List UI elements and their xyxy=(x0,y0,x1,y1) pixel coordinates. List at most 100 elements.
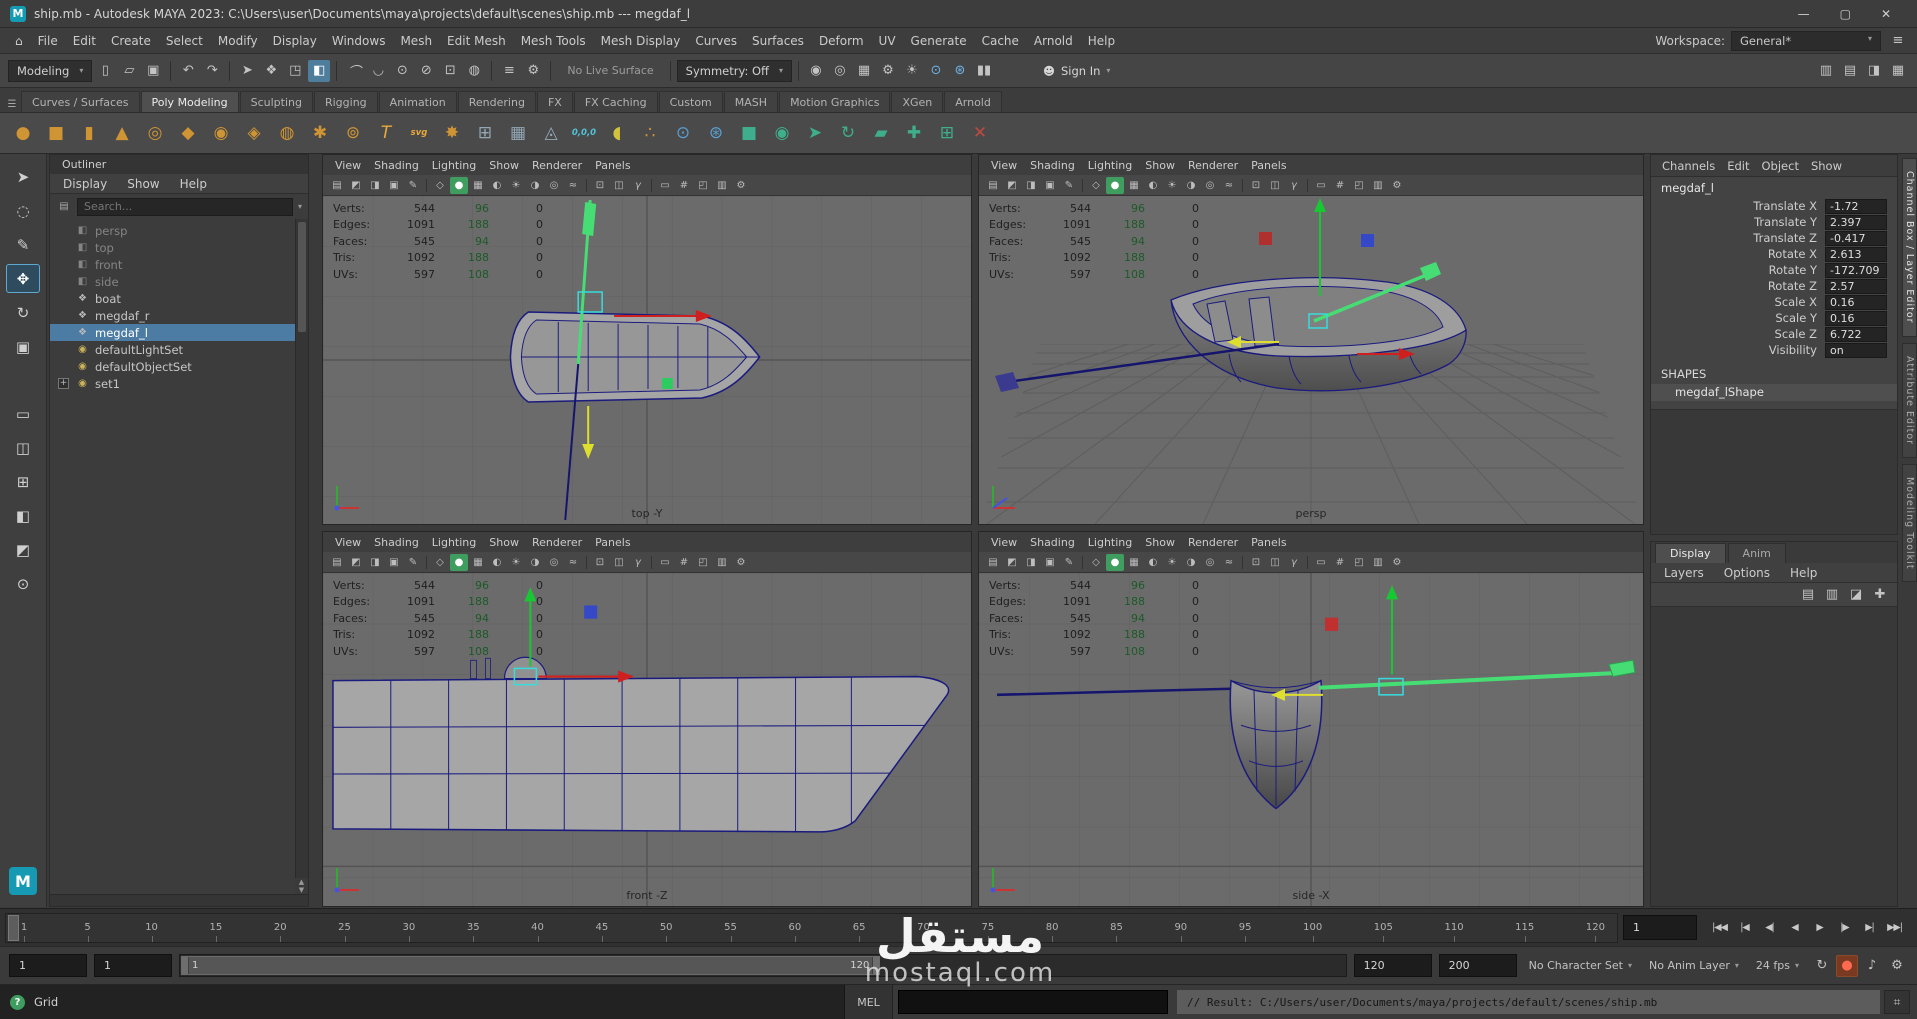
new-scene-icon[interactable]: ▯ xyxy=(94,60,116,82)
channel-box-object-name[interactable]: megdaf_l xyxy=(1651,177,1897,198)
wireframe-icon[interactable]: ◇ xyxy=(1087,554,1105,571)
ambient-occlusion-icon[interactable]: ◎ xyxy=(1201,177,1219,194)
outliner-item-megdaf-r[interactable]: ❖ megdaf_r xyxy=(50,307,308,324)
two-pane-layout-button[interactable]: ◫ xyxy=(6,433,40,462)
timeline-tick[interactable]: 95 xyxy=(1239,922,1252,942)
poly-plane-icon[interactable]: ◆ xyxy=(173,118,203,148)
menu-item[interactable]: Lighting xyxy=(426,157,482,174)
channel-label[interactable]: Scale X xyxy=(1651,295,1825,309)
menu-item[interactable]: Help xyxy=(173,175,214,193)
camera-attributes-icon[interactable]: ◨ xyxy=(1022,177,1040,194)
toggle-attribute-editor-icon[interactable]: ▤ xyxy=(1839,60,1861,82)
timeline-tick[interactable]: 60 xyxy=(788,922,801,942)
separator[interactable] xyxy=(1242,178,1243,192)
viewport-settings-icon[interactable]: ⚙ xyxy=(1388,554,1406,571)
separator[interactable] xyxy=(1242,555,1243,569)
channel-value-field[interactable]: 6.722 xyxy=(1825,326,1887,342)
timeline-tick[interactable]: 90 xyxy=(1174,922,1187,942)
gamma-icon[interactable]: γ xyxy=(1285,554,1303,571)
lighting-icon[interactable]: ☀ xyxy=(507,177,525,194)
grease-pencil-icon[interactable]: ✎ xyxy=(1060,177,1078,194)
new-empty-layer-icon[interactable]: ▤ xyxy=(1797,584,1819,606)
bookmarks-icon[interactable]: ▣ xyxy=(1041,554,1059,571)
menu-item[interactable]: View xyxy=(985,157,1023,174)
shelf-tab-sculpting[interactable]: Sculpting xyxy=(239,91,313,112)
outliner-item-persp[interactable]: ◧ persp xyxy=(50,222,308,239)
lighting-icon[interactable]: ☀ xyxy=(1163,554,1181,571)
toggle-tool-settings-icon[interactable]: ◨ xyxy=(1863,60,1885,82)
select-camera-icon[interactable]: ▤ xyxy=(984,177,1002,194)
isolate-select-icon[interactable]: ⊡ xyxy=(591,554,609,571)
light-editor-icon[interactable]: ☀ xyxy=(901,60,923,82)
ambient-occlusion-icon[interactable]: ◎ xyxy=(545,554,563,571)
menu-item[interactable]: Lighting xyxy=(426,534,482,551)
lock-camera-icon[interactable]: ◩ xyxy=(1003,177,1021,194)
menu-item[interactable]: Deform xyxy=(812,32,871,50)
channel-value-field[interactable]: 0.16 xyxy=(1825,294,1887,310)
motion-blur-icon[interactable]: ≈ xyxy=(564,554,582,571)
menu-item[interactable]: Show xyxy=(1139,157,1181,174)
sidebar-tab-modeling-toolkit[interactable]: Modeling Toolkit xyxy=(1902,463,1917,583)
resolution-gate-icon[interactable]: # xyxy=(1331,554,1349,571)
sculpt-effects-icon[interactable]: ⊛ xyxy=(701,118,731,148)
menu-item[interactable]: Create xyxy=(104,32,158,50)
gamma-icon[interactable]: γ xyxy=(629,177,647,194)
menu-item[interactable]: Panels xyxy=(589,157,636,174)
toggle-channel-box-icon[interactable]: ▦ xyxy=(1887,60,1909,82)
bookmarks-icon[interactable]: ▣ xyxy=(385,177,403,194)
append-to-poly-icon[interactable]: ◉ xyxy=(767,118,797,148)
magnifier-icon[interactable]: ⊙ xyxy=(6,569,40,598)
separator[interactable] xyxy=(651,178,652,192)
play-forwards-button[interactable]: ▶ xyxy=(1808,916,1831,940)
xray-icon[interactable]: ◫ xyxy=(610,554,628,571)
timeline-tick[interactable]: 105 xyxy=(1374,922,1393,942)
snap-together-icon[interactable]: ⊙ xyxy=(668,118,698,148)
poly-cone-icon[interactable]: ▲ xyxy=(107,118,137,148)
play-backwards-button[interactable]: ◀ xyxy=(1783,916,1806,940)
home-icon[interactable]: ⌂ xyxy=(8,32,30,50)
scale-tool[interactable]: ▣ xyxy=(6,332,40,361)
shape-node-name[interactable]: megdaf_lShape xyxy=(1651,384,1897,401)
textured-icon[interactable]: ▦ xyxy=(1125,554,1143,571)
hud-toggle-icon[interactable]: ▥ xyxy=(1369,554,1387,571)
gate-mask-icon[interactable]: ◰ xyxy=(694,177,712,194)
poly-helix-icon[interactable]: ✱ xyxy=(305,118,335,148)
menu-item[interactable]: Show xyxy=(483,157,525,174)
separator[interactable] xyxy=(1082,178,1083,192)
menu-item[interactable]: Arnold xyxy=(1027,32,1080,50)
shelf-tab-fx-caching[interactable]: FX Caching xyxy=(573,91,658,112)
separator[interactable] xyxy=(491,60,493,81)
channel-value-field[interactable]: 2.57 xyxy=(1825,278,1887,294)
close-button[interactable]: ✕ xyxy=(1881,7,1891,21)
menu-item[interactable]: Shading xyxy=(1024,534,1081,551)
poly-text-icon[interactable]: T xyxy=(371,118,401,148)
step-back-frame-button[interactable]: |◀ xyxy=(1733,916,1756,940)
outliner-horizontal-scrollbar[interactable] xyxy=(50,894,308,906)
shelf-tab-custom[interactable]: Custom xyxy=(658,91,723,112)
single-pane-layout-button[interactable]: ▭ xyxy=(6,399,40,428)
menu-item[interactable]: Channels xyxy=(1657,157,1720,175)
select-tool-icon[interactable]: ➤ xyxy=(236,60,258,82)
construction-history-icon[interactable]: ⚙ xyxy=(522,60,544,82)
separator[interactable] xyxy=(550,60,552,81)
menu-item[interactable]: Layers xyxy=(1657,564,1711,582)
timeline-tick[interactable]: 40 xyxy=(531,922,544,942)
remesh-icon[interactable]: ▦ xyxy=(503,118,533,148)
layer-options-icon[interactable]: ◪ xyxy=(1845,584,1867,606)
toggle-modeling-toolkit-icon[interactable]: ▥ xyxy=(1815,60,1837,82)
motion-blur-icon[interactable]: ≈ xyxy=(1220,554,1238,571)
shelf-tab-poly-modeling[interactable]: Poly Modeling xyxy=(140,91,239,112)
select-camera-icon[interactable]: ▤ xyxy=(328,177,346,194)
pause-viewport-icon[interactable]: ▮▮ xyxy=(973,60,995,82)
viewport-persp[interactable]: View Shading Lighting Show Renderer Panels ▤ ◩… xyxy=(978,154,1644,525)
menu-item[interactable]: UV xyxy=(872,32,903,50)
menu-item[interactable]: Shading xyxy=(368,534,425,551)
character-set-dropdown[interactable]: No Character Set ▾ xyxy=(1524,959,1637,972)
timeline-tick[interactable]: 45 xyxy=(595,922,608,942)
select-object-mode-icon[interactable]: ◳ xyxy=(284,60,306,82)
outliner-item-megdaf-l[interactable]: ❖ megdaf_l xyxy=(50,324,308,341)
grease-pencil-icon[interactable]: ✎ xyxy=(404,177,422,194)
wireframe-icon[interactable]: ◇ xyxy=(431,554,449,571)
gate-mask-icon[interactable]: ◰ xyxy=(1350,554,1368,571)
camera-attributes-icon[interactable]: ◨ xyxy=(366,554,384,571)
